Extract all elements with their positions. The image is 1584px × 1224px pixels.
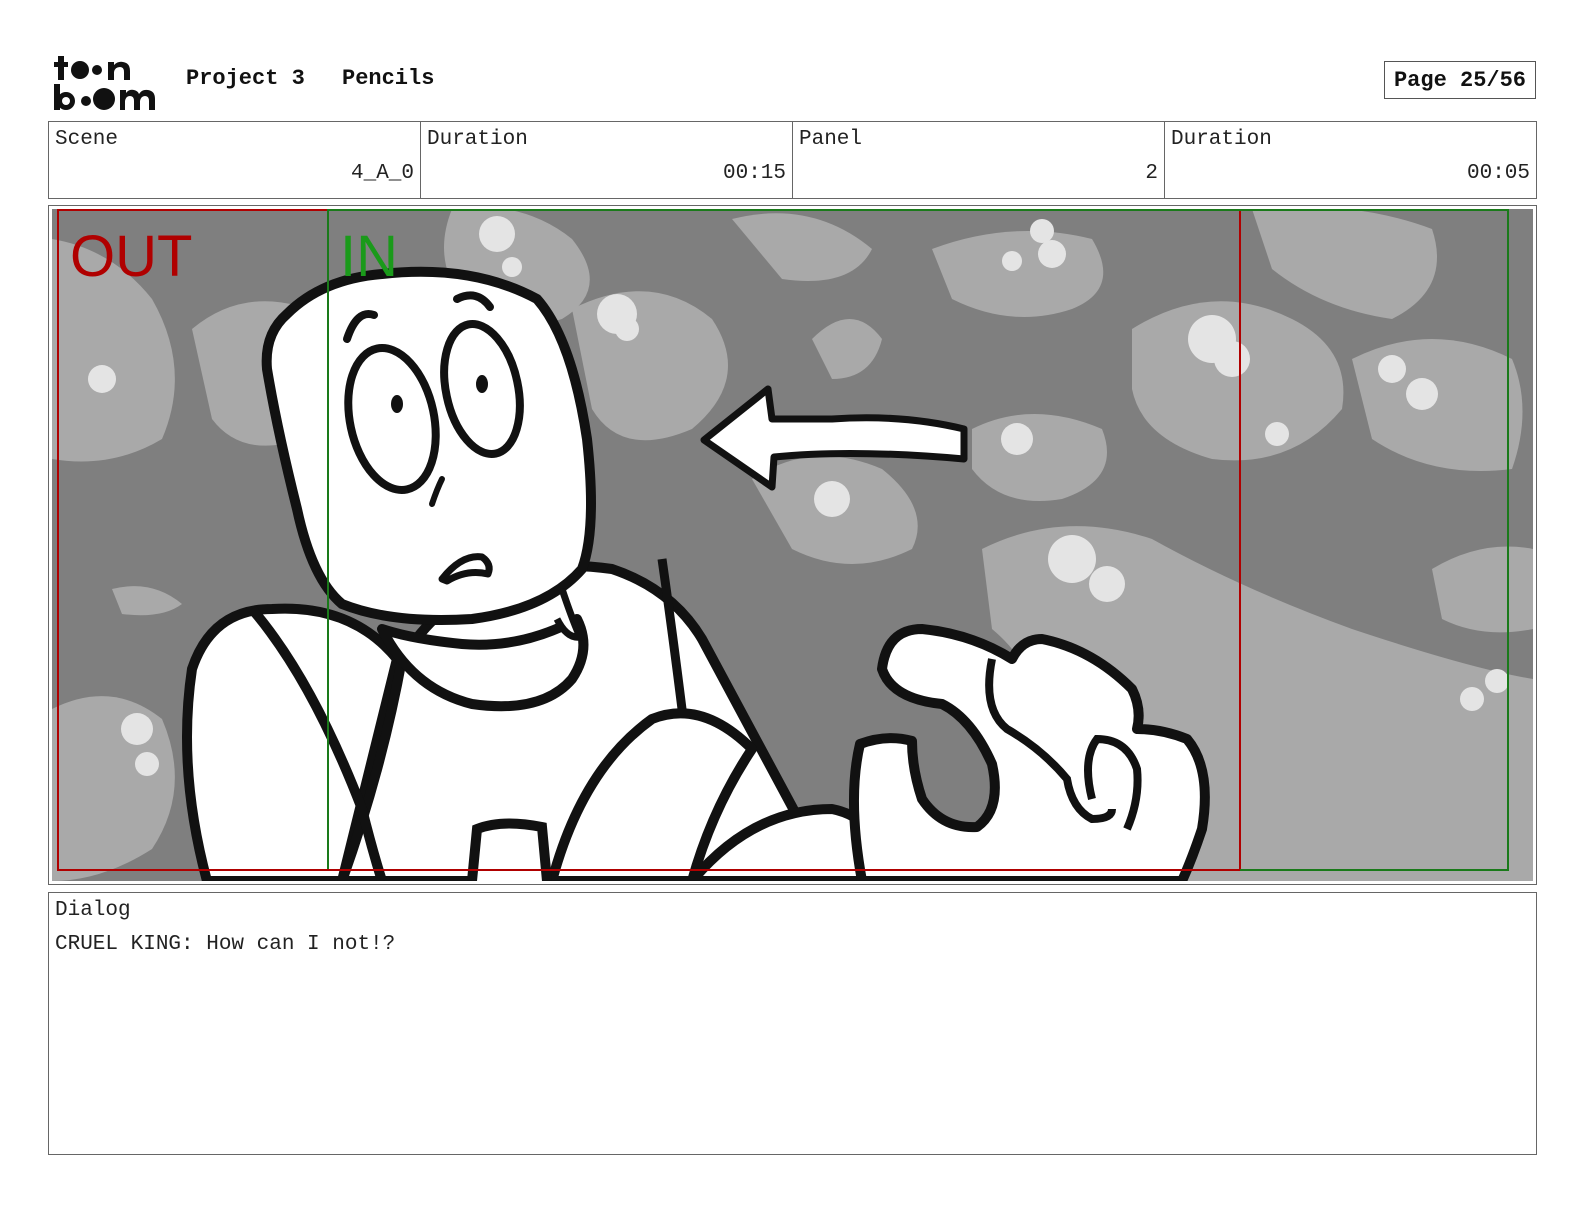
panel-artwork xyxy=(52,209,1533,881)
panel-duration-cell: Duration 00:05 xyxy=(1165,122,1536,198)
scene-duration-label: Duration xyxy=(427,128,528,151)
project-name: Project 3 xyxy=(186,66,305,91)
out-frame-label: OUT xyxy=(70,224,193,289)
scene-duration-value: 00:15 xyxy=(722,162,786,185)
panel-duration-label: Duration xyxy=(1171,128,1272,151)
panel-cell: Panel 2 xyxy=(793,122,1165,198)
scene-value: 4_A_0 xyxy=(350,162,414,185)
panel-duration-value: 00:05 xyxy=(1466,162,1530,185)
scene-label: Scene xyxy=(55,128,119,151)
in-frame-label: IN xyxy=(340,224,398,289)
dialog-box: Dialog CRUEL KING: How can I not!? xyxy=(48,892,1537,1155)
panel-label: Panel xyxy=(799,128,863,151)
stage-name: Pencils xyxy=(342,66,435,91)
scene-info-row: Scene 4_A_0 Duration 00:15 Panel 2 Durat… xyxy=(48,121,1537,199)
dialog-label: Dialog xyxy=(55,899,131,922)
dialog-text: CRUEL KING: How can I not!? xyxy=(55,933,396,956)
scene-cell: Scene 4_A_0 xyxy=(49,122,421,198)
page-indicator: Page 25/56 xyxy=(1384,61,1536,99)
toon-boom-logo xyxy=(54,56,155,110)
scene-duration-cell: Duration 00:15 xyxy=(421,122,793,198)
panel-value: 2 xyxy=(1145,162,1158,185)
